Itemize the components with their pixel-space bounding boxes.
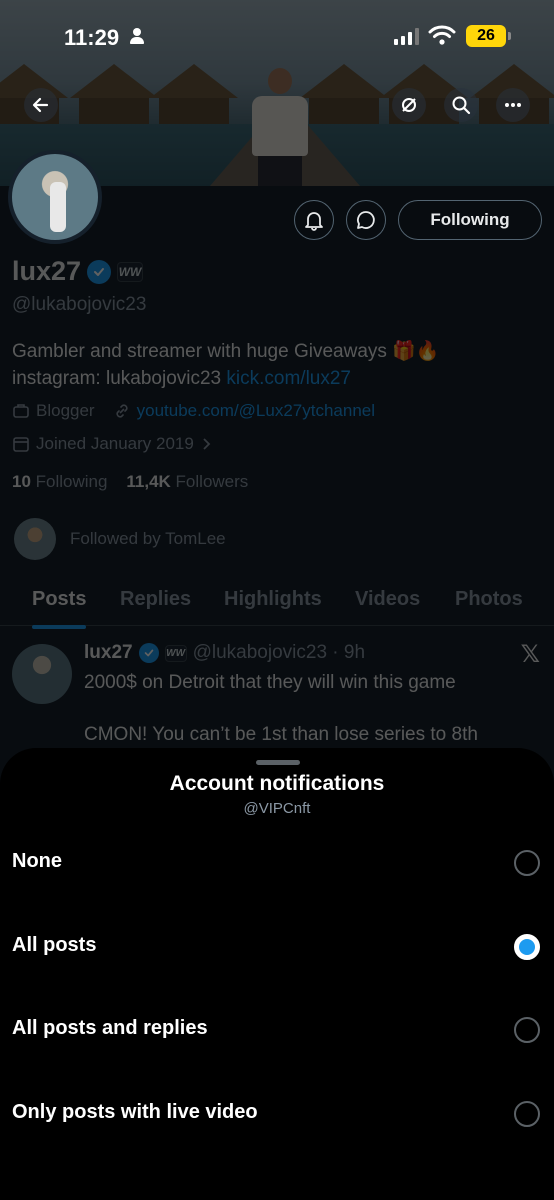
followers-count-link[interactable]: 11,4K Followers: [126, 472, 248, 491]
message-button[interactable]: [346, 200, 386, 240]
profile-category: Blogger: [36, 401, 95, 420]
briefcase-icon: [13, 404, 29, 418]
banner-person: [250, 68, 310, 186]
profile-name-row: lux27 WW: [12, 256, 144, 287]
back-button[interactable]: [24, 88, 58, 122]
affiliate-badge[interactable]: WW: [117, 261, 144, 282]
profile-joined: Joined January 2019: [36, 434, 194, 453]
status-time: 11:29: [64, 25, 120, 50]
sheet-title: Account notifications: [169, 772, 385, 795]
bio-link[interactable]: kick.com/lux27: [226, 368, 351, 389]
battery-indicator: 26: [466, 25, 511, 47]
grok-icon: [402, 98, 416, 112]
radio-button[interactable]: [514, 850, 540, 876]
x-logo-icon: 𝕏: [520, 641, 540, 668]
calendar-icon: [13, 437, 29, 452]
arrow-left-icon: [32, 97, 49, 113]
post-avatar[interactable]: [12, 644, 72, 704]
tab-replies[interactable]: Replies: [120, 578, 191, 621]
option-live-video[interactable]: Only posts with live video: [0, 1079, 554, 1149]
chat-bubble-icon: [357, 211, 375, 229]
more-icon: [505, 103, 521, 107]
follower-avatar: [14, 518, 56, 560]
profile-avatar[interactable]: [8, 150, 102, 244]
bell-icon: [305, 212, 323, 231]
followed-by-text: Followed by TomLee: [70, 529, 226, 548]
option-label: Only posts with live video: [12, 1101, 258, 1123]
profile-name: lux27: [12, 256, 82, 286]
grok-button[interactable]: [392, 88, 426, 122]
option-label: None: [12, 850, 62, 872]
option-all-posts-and-replies[interactable]: All posts and replies: [0, 995, 554, 1065]
post-line: 2000$ on Detroit that they will win this…: [84, 672, 456, 693]
bio-text: instagram: lukabojovic23: [12, 368, 227, 389]
option-label: All posts and replies: [12, 1017, 208, 1039]
profile-meta-row: Blogger youtube.com/@Lux27ytchannel: [12, 401, 375, 421]
radio-button[interactable]: [514, 1017, 540, 1043]
radio-button[interactable]: [514, 1101, 540, 1127]
more-button[interactable]: [496, 88, 530, 122]
post-header: lux27 WW @lukabojovic23 · 9h: [84, 642, 365, 664]
profile-joined-row[interactable]: Joined January 2019: [12, 434, 212, 454]
option-none[interactable]: None: [0, 828, 554, 898]
following-button[interactable]: Following: [398, 200, 542, 240]
tab-videos[interactable]: Videos: [355, 578, 420, 621]
banner-hut: [300, 64, 388, 126]
post-line: CMON! You can’t be 1st than lose series …: [84, 724, 478, 745]
cellular-signal-icon: [394, 27, 419, 45]
tab-posts[interactable]: Posts: [32, 578, 87, 629]
sheet-subtitle: @VIPCnft: [243, 800, 311, 817]
banner-hut: [150, 64, 238, 126]
profile-handle: @lukabojovic23: [12, 294, 147, 315]
link-icon: [116, 404, 128, 418]
tab-photos[interactable]: Photos: [455, 578, 523, 621]
post-author-name: lux27: [84, 642, 133, 663]
banner-hut: [70, 64, 158, 126]
tab-highlights[interactable]: Highlights: [224, 578, 322, 621]
profile-bio: Gambler and streamer with huge Giveaways…: [12, 338, 542, 392]
sheet-grabber[interactable]: [256, 760, 300, 765]
bio-line: instagram: lukabojovic23 kick.com/lux27: [12, 365, 542, 392]
option-label: All posts: [12, 934, 97, 956]
affiliate-badge: WW: [164, 644, 187, 662]
radio-button-selected[interactable]: [514, 934, 540, 960]
person-icon: [130, 28, 144, 44]
status-bar: 11:29 26: [0, 0, 554, 70]
profile-tabs: Posts Replies Highlights Videos Photos: [0, 578, 554, 629]
bio-line: Gambler and streamer with huge Giveaways…: [12, 341, 440, 362]
option-all-posts[interactable]: All posts: [0, 912, 554, 982]
chevron-right-icon: [203, 438, 211, 450]
post-handle-time: @lukabojovic23 · 9h: [192, 642, 366, 663]
followed-by-row[interactable]: Followed by TomLee: [14, 518, 226, 560]
verified-badge-icon: [87, 259, 112, 284]
follow-counts: 10 Following 11,4K Followers: [12, 472, 248, 492]
profile-website[interactable]: youtube.com/@Lux27ytchannel: [137, 401, 375, 421]
post-text: 2000$ on Detroit that they will win this…: [84, 670, 544, 748]
search-button[interactable]: [444, 88, 478, 122]
verified-badge-icon: [138, 643, 159, 663]
search-icon: [452, 96, 471, 115]
wifi-icon: [428, 25, 456, 45]
following-count-link[interactable]: 10 Following: [12, 472, 107, 491]
account-notifications-sheet: Account notifications @VIPCnft None All …: [0, 748, 554, 1200]
notifications-bell-button[interactable]: [294, 200, 334, 240]
